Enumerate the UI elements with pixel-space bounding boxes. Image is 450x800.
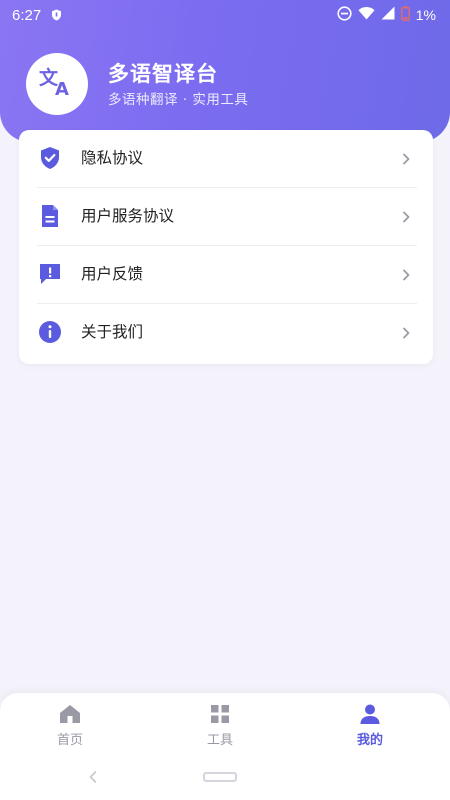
app-subtitle: 多语种翻译 · 实用工具 xyxy=(108,92,249,108)
do-not-disturb-icon xyxy=(337,5,352,25)
svg-text:A: A xyxy=(55,79,69,100)
feedback-icon xyxy=(38,262,62,286)
tab-home[interactable]: 首页 xyxy=(25,703,115,755)
person-icon xyxy=(359,703,381,725)
grid-icon xyxy=(209,703,231,725)
settings-menu-card: 隐私协议 用户服务协议 用户反馈 关于我们 xyxy=(19,130,433,364)
battery-percent: 1% xyxy=(415,7,436,23)
tab-label: 工具 xyxy=(206,733,233,748)
document-icon xyxy=(38,204,62,228)
chevron-right-icon xyxy=(399,325,413,339)
translate-icon: 文 A xyxy=(37,64,77,104)
battery-icon xyxy=(400,5,410,25)
chevron-right-icon xyxy=(399,151,413,165)
chevron-right-icon xyxy=(399,209,413,223)
menu-item-label: 关于我们 xyxy=(81,323,144,341)
back-icon[interactable] xyxy=(88,769,98,788)
bottom-navigation: 首页 工具 我的 xyxy=(0,693,450,761)
security-status-icon xyxy=(51,9,62,21)
chevron-right-icon xyxy=(399,267,413,281)
status-time: 6:27 xyxy=(12,6,42,24)
app-title: 多语智译台 xyxy=(108,62,218,86)
menu-item-privacy-policy[interactable]: 隐私协议 xyxy=(19,130,433,187)
menu-item-about-us[interactable]: 关于我们 xyxy=(19,304,433,361)
menu-item-label: 用户服务协议 xyxy=(81,207,175,225)
tab-tools[interactable]: 工具 xyxy=(175,703,265,755)
shield-check-icon xyxy=(38,146,62,170)
tab-mine[interactable]: 我的 xyxy=(325,703,415,755)
system-navigation-bar xyxy=(0,761,450,800)
menu-item-user-service-agreement[interactable]: 用户服务协议 xyxy=(19,188,433,245)
tab-label: 首页 xyxy=(56,733,83,748)
status-bar: 6:27 1% xyxy=(0,0,450,30)
signal-icon xyxy=(381,6,395,24)
wifi-icon xyxy=(358,6,375,24)
home-button-icon[interactable] xyxy=(203,772,237,782)
menu-item-user-feedback[interactable]: 用户反馈 xyxy=(19,246,433,303)
home-icon xyxy=(59,703,81,725)
menu-item-label: 用户反馈 xyxy=(81,265,144,283)
tab-label: 我的 xyxy=(356,733,383,748)
menu-item-label: 隐私协议 xyxy=(81,149,144,167)
info-icon xyxy=(38,320,62,344)
app-logo: 文 A xyxy=(26,53,88,115)
